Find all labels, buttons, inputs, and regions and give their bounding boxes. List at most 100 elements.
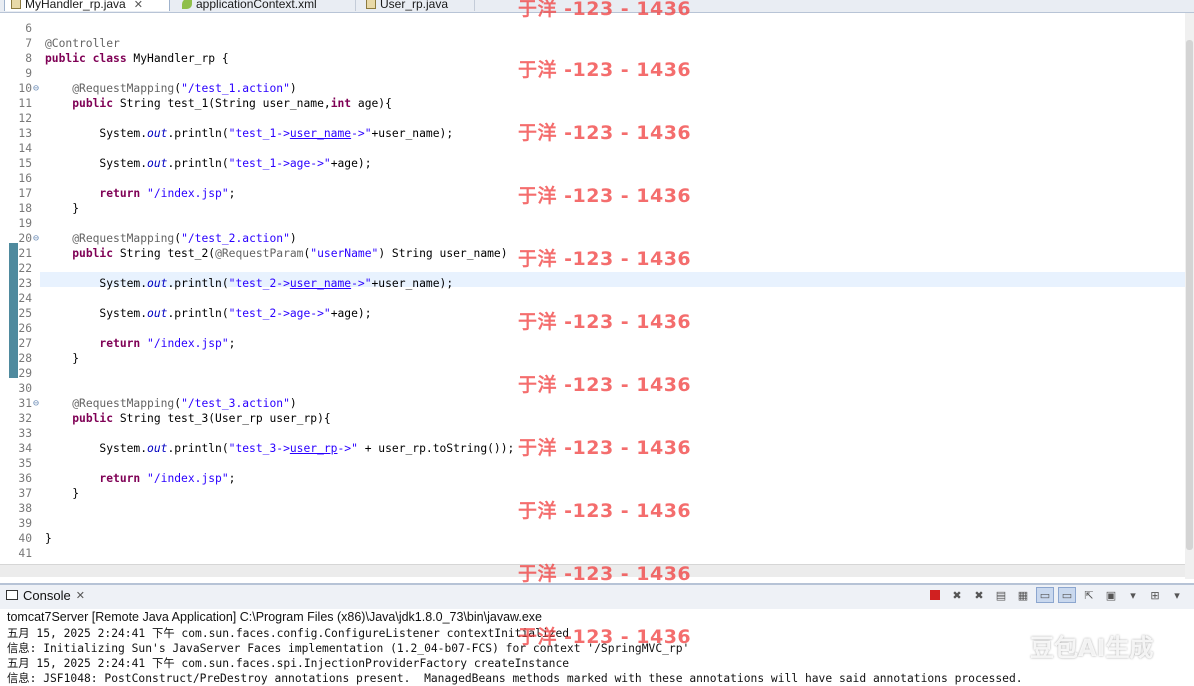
- line-number: 26: [18, 322, 32, 335]
- line-number: 22: [18, 262, 32, 275]
- code-line[interactable]: 31 ⊖ @RequestMapping("/test_3.action"): [0, 396, 1180, 411]
- line-number: 25: [18, 307, 32, 320]
- tab-label: User_rp.java: [380, 0, 449, 11]
- fold-toggle-icon[interactable]: ⊖: [33, 396, 39, 411]
- dropdown-icon[interactable]: ▾: [1168, 587, 1186, 603]
- watermark-text: 于洋 -123 - 1436: [518, 185, 692, 207]
- console-log-line: 五月 15, 2025 2:24:41 下午 com.sun.faces.con…: [7, 627, 570, 640]
- display-console-icon[interactable]: ▣: [1102, 587, 1120, 603]
- show-on-stdout-icon[interactable]: ▭: [1036, 587, 1054, 603]
- scroll-lock-icon[interactable]: ▦: [1014, 587, 1032, 603]
- pin-console-icon[interactable]: ⇱: [1080, 587, 1098, 603]
- code-text: @RequestMapping("/test_3.action"): [72, 397, 297, 410]
- fold-toggle-icon[interactable]: ⊖: [33, 81, 39, 96]
- line-number: 29: [18, 367, 32, 380]
- java-file-icon: [11, 0, 21, 9]
- code-text: }: [45, 352, 80, 365]
- line-number: 21: [18, 247, 32, 260]
- xml-file-icon: [182, 0, 192, 9]
- code-line[interactable]: 11 public String test_1(String user_name…: [0, 96, 1180, 111]
- watermark-text: 于洋 -123 - 1436: [518, 122, 692, 144]
- line-number: 13: [18, 127, 32, 140]
- console-tab[interactable]: Console ✕: [6, 585, 85, 605]
- line-number: 36: [18, 472, 32, 485]
- code-line[interactable]: 40}: [0, 531, 1180, 546]
- tab-user-rp-java[interactable]: User_rp.java: [360, 0, 475, 11]
- line-number: 37: [18, 487, 32, 500]
- watermark-text: 于洋 -123 - 1436: [518, 500, 692, 522]
- line-number: 8: [25, 52, 32, 65]
- tab-label: MyHandler_rp.java: [25, 0, 126, 11]
- code-text: public String test_3(User_rp user_rp){: [72, 412, 331, 425]
- watermark-text: 于洋 -123 - 1436: [518, 248, 692, 270]
- close-tab-icon[interactable]: ✕: [134, 0, 143, 11]
- watermark-text: 于洋 -123 - 1436: [518, 374, 692, 396]
- line-number: 32: [18, 412, 32, 425]
- vertical-scrollbar-thumb[interactable]: [1186, 40, 1193, 550]
- line-number: 16: [18, 172, 32, 185]
- tab-application-context-xml[interactable]: applicationContext.xml: [176, 0, 356, 11]
- console-icon: [6, 590, 18, 600]
- line-number: 38: [18, 502, 32, 515]
- code-line[interactable]: 32 public String test_3(User_rp user_rp)…: [0, 411, 1180, 426]
- line-number: 14: [18, 142, 32, 155]
- fold-toggle-icon[interactable]: ⊖: [33, 231, 39, 246]
- code-text: System.out.println("test_1->user_name->"…: [45, 127, 454, 140]
- code-line[interactable]: 15 System.out.println("test_1->age->"+ag…: [0, 156, 1180, 171]
- line-number: 27: [18, 337, 32, 350]
- line-number: 15: [18, 157, 32, 170]
- code-text: System.out.println("test_2->user_name->"…: [45, 277, 454, 290]
- show-on-stderr-icon[interactable]: ▭: [1058, 587, 1076, 603]
- line-number: 19: [18, 217, 32, 230]
- console-process-label: tomcat7Server [Remote Java Application] …: [7, 610, 542, 624]
- line-number: 6: [25, 22, 32, 35]
- line-number: 24: [18, 292, 32, 305]
- watermark-text: 于洋 -123 - 1436: [518, 437, 692, 459]
- code-text: public class MyHandler_rp {: [45, 52, 229, 65]
- code-editor[interactable]: 6 7 @Controller 8 public class MyHandler_rp …: [0, 13, 1185, 579]
- dropdown-icon[interactable]: ▾: [1124, 587, 1142, 603]
- code-line[interactable]: 7 @Controller: [0, 36, 1180, 51]
- code-line[interactable]: 36 return "/index.jsp";: [0, 471, 1180, 486]
- line-number: 31: [18, 397, 32, 410]
- code-line[interactable]: 23 System.out.println("test_2->user_name…: [0, 276, 1180, 291]
- terminate-icon[interactable]: [926, 587, 944, 603]
- watermark-text: 于洋 -123 - 1436: [518, 59, 692, 81]
- close-console-icon[interactable]: ✕: [76, 589, 85, 602]
- console-toolbar: ✖ ✖ ▤ ▦ ▭ ▭ ⇱ ▣ ▾ ⊞ ▾: [926, 587, 1186, 603]
- code-text: }: [45, 487, 80, 500]
- code-line[interactable]: 24: [0, 291, 1180, 306]
- line-number: 11: [18, 97, 32, 110]
- line-number: 30: [18, 382, 32, 395]
- open-console-icon[interactable]: ⊞: [1146, 587, 1164, 603]
- code-text: public String test_1(String user_name,in…: [72, 97, 392, 110]
- code-text: }: [45, 202, 80, 215]
- code-text: System.out.println("test_2->age->"+age);: [45, 307, 372, 320]
- tab-myhandler-rp-java[interactable]: MyHandler_rp.java ✕: [4, 0, 170, 11]
- code-text: @Controller: [45, 37, 120, 50]
- code-line[interactable]: 27 return "/index.jsp";: [0, 336, 1180, 351]
- line-number: 41: [18, 547, 32, 560]
- line-number: 9: [25, 67, 32, 80]
- remove-launch-icon[interactable]: ✖: [948, 587, 966, 603]
- code-text: return "/index.jsp";: [99, 187, 236, 200]
- code-line[interactable]: 19: [0, 216, 1180, 231]
- clear-console-icon[interactable]: ▤: [992, 587, 1010, 603]
- watermark-text: 于洋 -123 - 1436: [518, 626, 692, 648]
- line-number: 23: [18, 277, 32, 290]
- code-line[interactable]: 6: [0, 21, 1180, 36]
- java-file-icon: [366, 0, 376, 9]
- line-number: 12: [18, 112, 32, 125]
- remove-all-icon[interactable]: ✖: [970, 587, 988, 603]
- line-number: 35: [18, 457, 32, 470]
- watermark-text: 于洋 -123 - 1436: [518, 0, 692, 20]
- console-log-line: 信息: JSF1048: PostConstruct/PreDestroy an…: [7, 672, 1023, 685]
- watermark-text: 于洋 -123 - 1436: [518, 311, 692, 333]
- code-text: @RequestMapping("/test_1.action"): [72, 82, 297, 95]
- code-line[interactable]: 28 }: [0, 351, 1180, 366]
- line-number: 7: [25, 37, 32, 50]
- ai-generated-watermark: 豆包AI生成: [1030, 634, 1154, 662]
- code-text: public String test_2(@RequestParam("user…: [72, 247, 508, 260]
- line-number: 18: [18, 202, 32, 215]
- code-line[interactable]: 10 ⊖ @RequestMapping("/test_1.action"): [0, 81, 1180, 96]
